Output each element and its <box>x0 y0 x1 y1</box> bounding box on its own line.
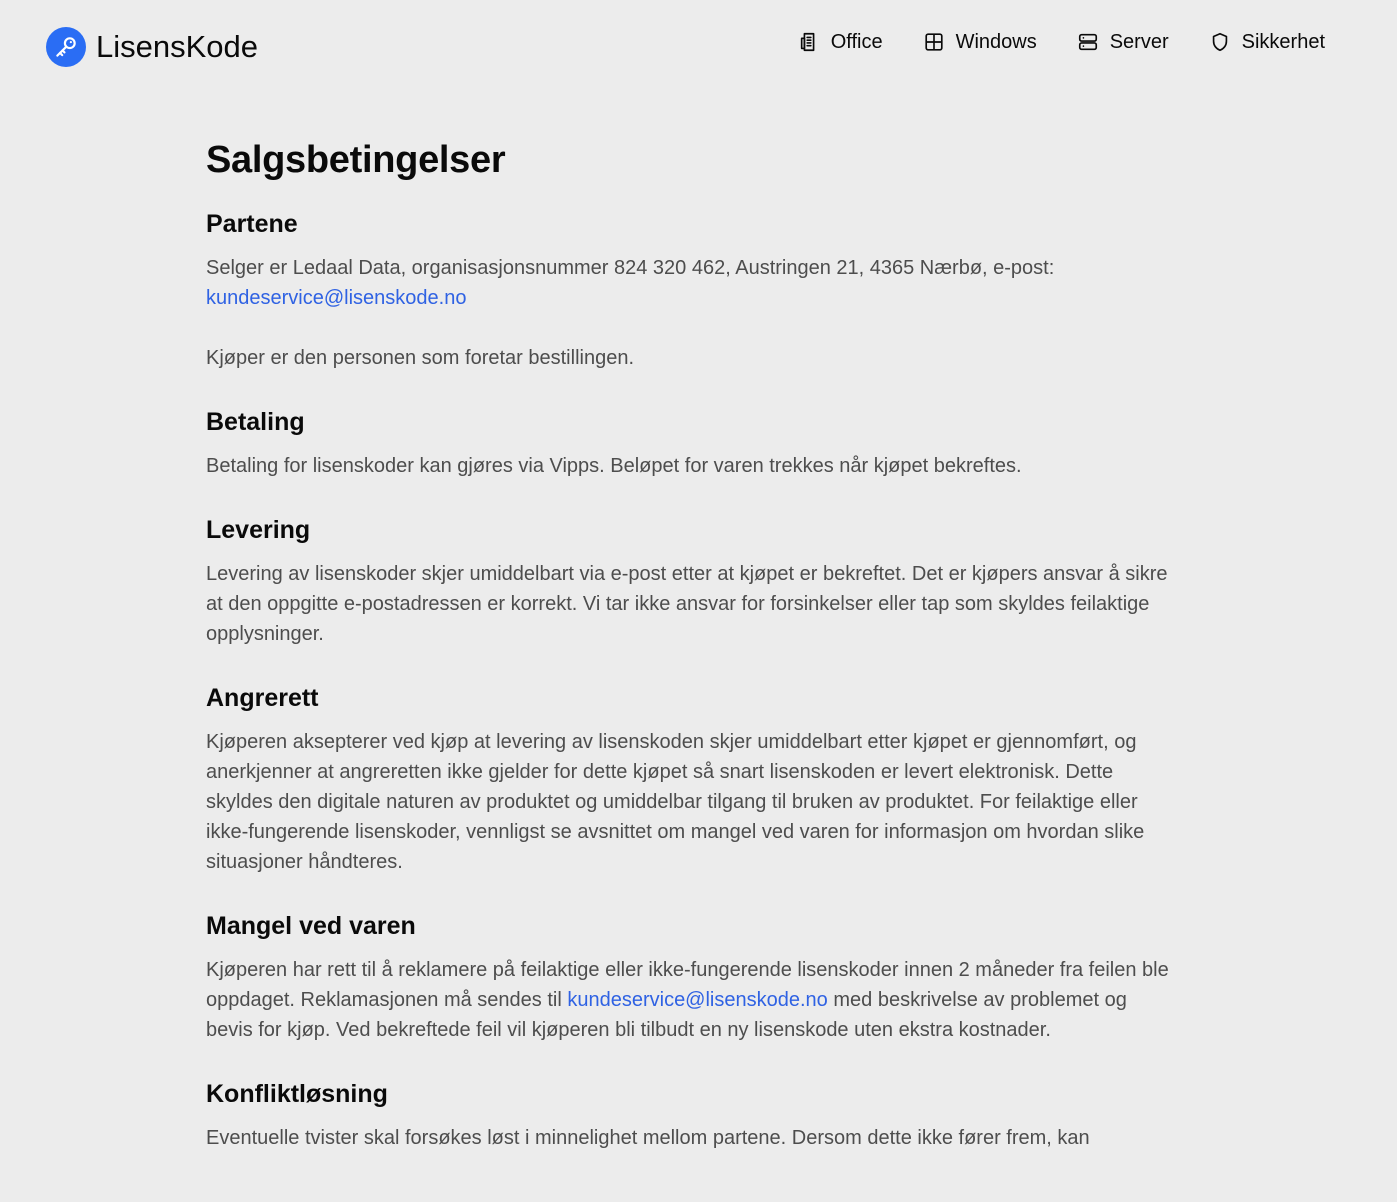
main-nav: Office Windows Server Sikkerhet <box>798 29 1325 55</box>
site-header: LisensKode Office Windows Server Sikkerh… <box>0 0 1397 95</box>
shield-icon <box>1209 31 1231 53</box>
section-mangel-ved-varen: Mangel ved varen Kjøperen har rett til å… <box>206 909 1178 1045</box>
page-title: Salgsbetingelser <box>206 139 506 181</box>
nav-item-sikkerhet[interactable]: Sikkerhet <box>1209 29 1325 55</box>
nav-item-windows[interactable]: Windows <box>923 29 1037 55</box>
section-text: Eventuelle tvister skal forsøkes løst i … <box>206 1127 1090 1149</box>
brand-link[interactable]: LisensKode <box>46 27 258 67</box>
section-betaling: Betaling Betaling for lisenskoder kan gj… <box>206 405 1178 481</box>
section-text: Kjøperen aksepterer ved kjøp at levering… <box>206 731 1145 873</box>
office-icon <box>798 31 820 53</box>
nav-label-office: Office <box>830 31 883 53</box>
email-link[interactable]: kundeservice@lisenskode.no <box>567 989 827 1011</box>
key-icon <box>46 27 86 67</box>
section-partene: Partene Selger er Ledaal Data, organisas… <box>206 207 1178 373</box>
nav-item-office[interactable]: Office <box>798 29 883 55</box>
nav-item-server[interactable]: Server <box>1077 29 1169 55</box>
section-text: Kjøperen har rett til å reklamere på fei… <box>206 955 1178 1045</box>
server-icon <box>1077 31 1099 53</box>
section-angrerett: Angrerett Kjøperen aksepterer ved kjøp a… <box>206 681 1178 877</box>
email-link[interactable]: kundeservice@lisenskode.no <box>206 287 466 309</box>
brand-name: LisensKode <box>96 29 259 64</box>
windows-icon <box>923 31 945 53</box>
section-heading: Levering <box>206 516 311 544</box>
section-heading: Angrerett <box>206 684 319 712</box>
section-text: Kjøper er den personen som foretar besti… <box>206 347 635 369</box>
nav-label-sikkerhet: Sikkerhet <box>1241 31 1325 53</box>
nav-label-windows: Windows <box>955 31 1037 53</box>
section-konfliktlosning: Konfliktløsning Eventuelle tvister skal … <box>206 1077 1178 1153</box>
section-heading: Mangel ved varen <box>206 912 416 940</box>
section-heading: Konfliktløsning <box>206 1080 388 1108</box>
section-heading: Partene <box>206 210 298 238</box>
paragraph-text: Selger er Ledaal Data, organisasjonsnumm… <box>206 257 1055 279</box>
section-heading: Betaling <box>206 408 305 436</box>
section-levering: Levering Levering av lisenskoder skjer u… <box>206 513 1178 649</box>
terms-content: Salgsbetingelser Partene Selger er Ledaa… <box>206 136 1178 1185</box>
nav-label-server: Server <box>1109 31 1169 53</box>
section-text: Levering av lisenskoder skjer umiddelbar… <box>206 563 1168 645</box>
section-text: Betaling for lisenskoder kan gjøres via … <box>206 455 1022 477</box>
section-text: Selger er Ledaal Data, organisasjonsnumm… <box>206 253 1178 313</box>
